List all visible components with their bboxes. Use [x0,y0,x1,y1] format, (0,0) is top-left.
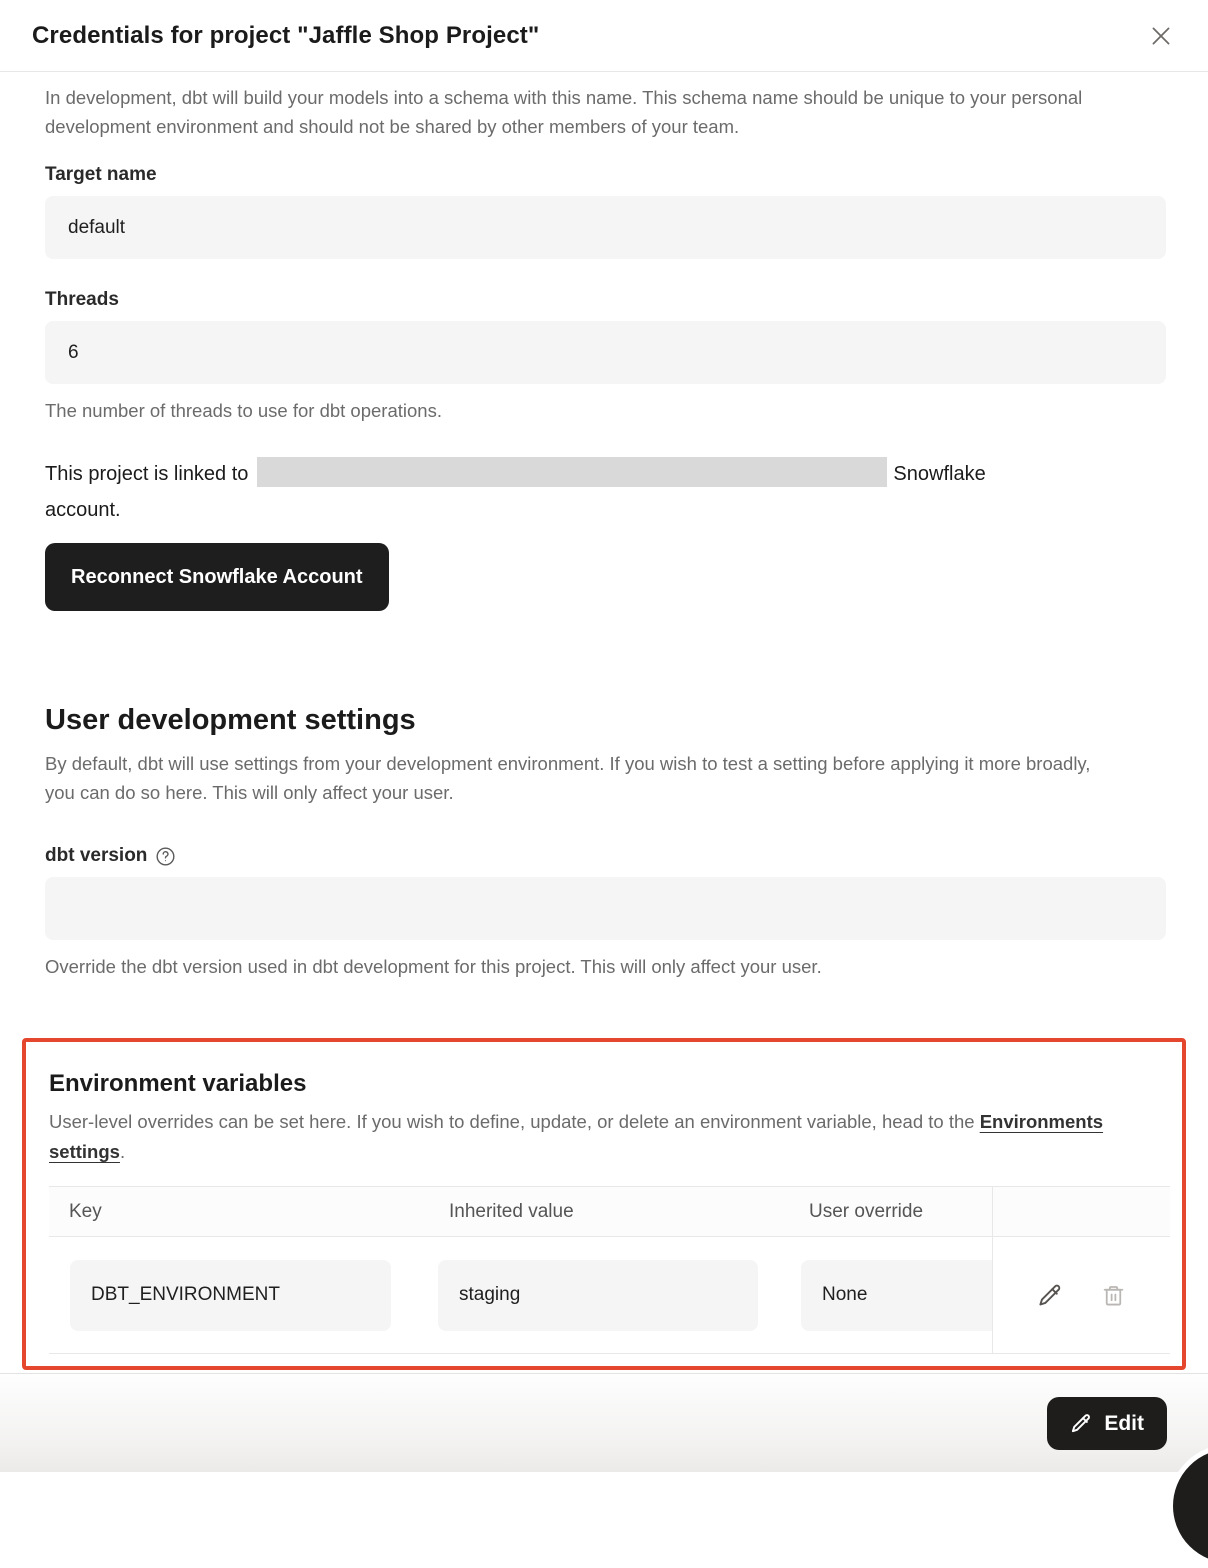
dbt-version-helper-text: Override the dbt version used in dbt dev… [45,956,1166,978]
edit-pencil-icon [1070,1412,1093,1435]
user-dev-settings-description: By default, dbt will use settings from y… [45,749,1125,807]
env-desc-after: . [120,1141,125,1162]
row-actions-cell [992,1237,1170,1353]
dbt-version-label-text: dbt version [45,845,147,867]
table-row: DBT_ENVIRONMENT staging None [49,1237,1170,1354]
close-icon [1148,23,1174,49]
threads-helper-text: The number of threads to use for dbt ope… [45,400,1166,422]
column-header-inherited-value: Inherited value [429,1201,789,1223]
trash-icon [1101,1283,1126,1308]
dbt-version-input[interactable] [45,877,1166,940]
column-header-user-override: User override [789,1201,992,1223]
column-header-key: Key [49,1201,429,1223]
modal-footer: Edit [0,1373,1208,1472]
env-var-key-cell: DBT_ENVIRONMENT [70,1260,391,1331]
environment-variables-description: User-level overrides can be set here. If… [49,1107,1164,1167]
linked-account-text-line2: account. [45,499,121,521]
target-name-input[interactable]: default [45,196,1166,259]
env-var-inherited-cell: staging [438,1260,758,1331]
dbt-version-label: dbt version [45,845,1166,867]
environment-variables-table: Key Inherited value User override DBT_EN… [49,1186,1170,1354]
target-name-label: Target name [45,164,1166,186]
close-button[interactable] [1144,19,1178,53]
table-header-row: Key Inherited value User override [49,1186,1170,1237]
redacted-account-name [257,457,887,487]
edit-variable-button[interactable] [1035,1280,1066,1311]
threads-input[interactable]: 6 [45,321,1166,384]
linked-account-text-before: This project is linked to [45,463,248,485]
delete-variable-button[interactable] [1099,1281,1128,1310]
env-var-override-cell: None [801,1260,992,1331]
modal-header: Credentials for project "Jaffle Shop Pro… [0,0,1208,72]
edit-button[interactable]: Edit [1047,1397,1167,1450]
modal-title: Credentials for project "Jaffle Shop Pro… [32,22,539,50]
modal-body: In development, dbt will build your mode… [0,83,1208,1370]
environment-variables-section: Environment variables User-level overrid… [22,1038,1186,1370]
environment-variables-heading: Environment variables [49,1070,1166,1098]
threads-label: Threads [45,289,1166,311]
user-dev-settings-heading: User development settings [45,704,1166,737]
linked-account-text-after: Snowflake [893,463,985,485]
env-desc-before: User-level overrides can be set here. If… [49,1111,980,1132]
column-header-actions [992,1187,1170,1236]
schema-intro-text: In development, dbt will build your mode… [45,83,1166,141]
reconnect-snowflake-button[interactable]: Reconnect Snowflake Account [45,543,389,611]
pencil-icon [1037,1282,1064,1309]
edit-button-label: Edit [1104,1412,1144,1436]
linked-account-text: This project is linked to Snowflake accoun… [45,456,1166,528]
help-icon[interactable] [155,846,176,867]
